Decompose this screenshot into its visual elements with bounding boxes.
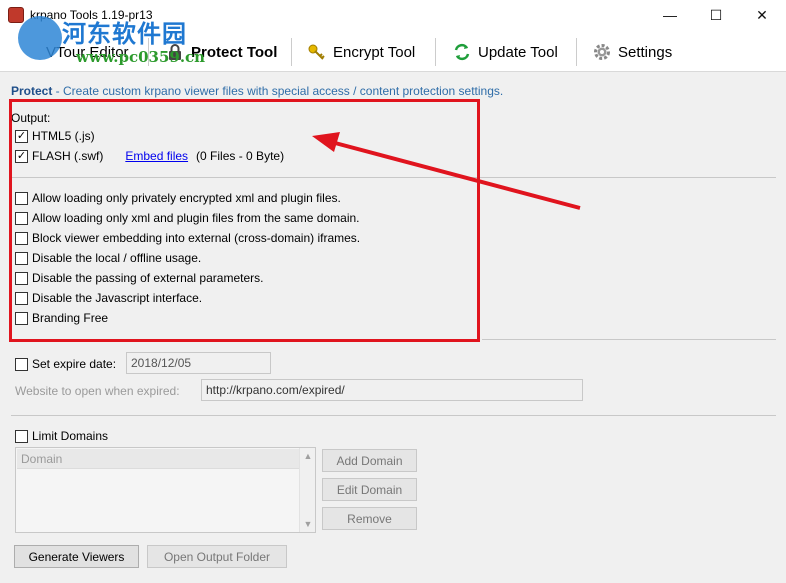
limit-domains-label: Limit Domains [32,429,109,443]
tab-label: Settings [618,43,673,61]
minimize-button[interactable]: — [647,0,693,30]
scroll-down-icon[interactable]: ▼ [303,519,313,529]
section-description: - Create custom krpano viewer files with… [52,84,504,98]
section-title: Protect [11,84,53,98]
generate-viewers-button[interactable]: Generate Viewers [14,545,139,568]
highlight-annotation-box [9,99,480,342]
limit-domains-checkbox[interactable] [15,429,28,443]
section-header: Protect - Create custom krpano viewer fi… [11,84,503,98]
expire-checkbox[interactable] [15,357,28,371]
key-icon [307,42,327,62]
scroll-up-icon[interactable]: ▲ [303,451,313,461]
limit-domains-option[interactable]: Limit Domains [15,429,108,443]
tab-divider [291,38,292,66]
tab-update-tool[interactable]: Update Tool [452,40,558,64]
maximize-button[interactable]: ☐ [693,0,739,30]
domain-list-scrollbar[interactable]: ▲ ▼ [299,448,315,532]
tab-settings[interactable]: Settings [592,40,672,64]
section-divider [11,415,776,416]
section-divider [482,339,776,340]
close-button[interactable]: ✕ [739,0,785,30]
domain-column-header: Domain [17,449,299,469]
open-output-folder-button[interactable]: Open Output Folder [147,545,287,568]
tab-divider [576,38,577,66]
watermark-url: www.pc0359.cn [76,48,206,66]
watermark: 河东软件园 www.pc0359.cn [14,12,214,72]
expired-website-input[interactable] [201,379,583,401]
domain-list[interactable]: Domain ▲ ▼ [15,447,316,533]
tab-label: Update Tool [478,43,558,61]
tab-label: Encrypt Tool [333,43,416,61]
remove-domain-button[interactable]: Remove [322,507,417,530]
watermark-text: 河东软件园 [62,20,187,48]
edit-domain-button[interactable]: Edit Domain [322,478,417,501]
expired-website-label: Website to open when expired: [15,384,180,398]
expire-label: Set expire date: [32,357,117,371]
tab-encrypt-tool[interactable]: Encrypt Tool [307,40,415,64]
tab-divider [435,38,436,66]
expire-date-input[interactable] [126,352,271,374]
expire-option[interactable]: Set expire date: [15,357,116,371]
add-domain-button[interactable]: Add Domain [322,449,417,472]
gear-icon [592,42,612,62]
refresh-icon [452,42,472,62]
watermark-logo-icon [18,16,62,60]
